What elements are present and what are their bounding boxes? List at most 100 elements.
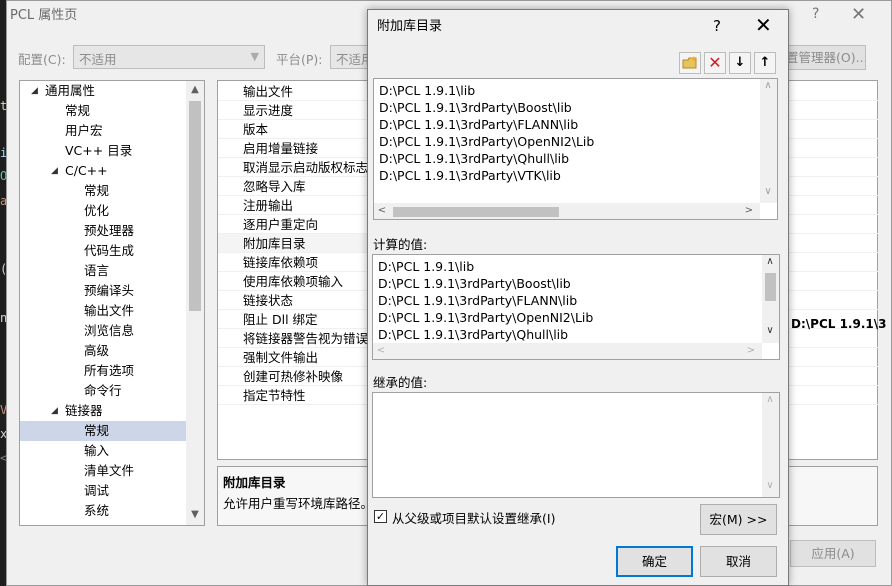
tree-item[interactable]: 所有选项 [20, 361, 186, 381]
tree-item[interactable]: ◢ 通用属性 [20, 81, 186, 101]
property-value-cell[interactable] [787, 367, 878, 386]
tree-item[interactable]: 用户宏 [20, 121, 186, 141]
inherit-checkbox[interactable]: ✓ [374, 510, 387, 523]
property-value-cell[interactable] [787, 196, 878, 215]
property-row[interactable]: 链接库依赖项 [218, 253, 368, 272]
tree-item[interactable]: VC++ 目录 [20, 141, 186, 161]
inherited-list-vscrollbar[interactable]: ∧ ∨ [762, 393, 779, 497]
property-value-cell[interactable] [787, 101, 878, 120]
scroll-down-icon[interactable]: ∨ [760, 186, 776, 197]
list-item[interactable]: D:\PCL 1.9.1\3rdParty\OpenNI2\Lib [379, 133, 594, 150]
list-item[interactable]: D:\PCL 1.9.1\lib [379, 82, 475, 99]
property-value-cell[interactable] [787, 139, 878, 158]
tree-item[interactable]: 系统 [20, 501, 186, 521]
property-value-cell[interactable] [787, 177, 878, 196]
property-value-cell[interactable] [787, 158, 878, 177]
scroll-up-icon[interactable]: ∧ [762, 394, 778, 405]
tree-item[interactable]: 输出文件 [20, 301, 186, 321]
property-row[interactable]: 强制文件输出 [218, 348, 368, 367]
expand-triangle-icon[interactable]: ◢ [31, 81, 38, 101]
close-icon[interactable]: ✕ [755, 13, 772, 37]
tree-item[interactable]: 常规 [20, 101, 186, 121]
scroll-thumb[interactable] [765, 273, 776, 301]
list-item[interactable]: D:\PCL 1.9.1\3rdParty\VTK\lib [379, 167, 561, 184]
property-value-cell[interactable] [787, 215, 878, 234]
property-row[interactable]: 创建可热修补映像 [218, 367, 368, 386]
scroll-left-icon[interactable]: < [373, 345, 389, 356]
scroll-down-icon[interactable]: ▼ [187, 509, 203, 520]
property-value-cell[interactable] [787, 329, 878, 348]
property-row[interactable]: 链接状态 [218, 291, 368, 310]
scroll-thumb[interactable] [189, 101, 201, 311]
help-icon[interactable]: ? [812, 6, 819, 22]
list-item[interactable]: D:\PCL 1.9.1\3rdParty\FLANN\lib [378, 292, 577, 309]
list-item[interactable]: D:\PCL 1.9.1\3rdParty\Boost\lib [378, 275, 571, 292]
new-line-button[interactable] [679, 52, 701, 74]
scroll-down-icon[interactable]: ∨ [762, 480, 778, 491]
property-row[interactable]: 启用增量链接 [218, 139, 368, 158]
tree-item[interactable]: 输入 [20, 441, 186, 461]
close-icon[interactable]: ✕ [851, 4, 866, 25]
help-icon[interactable]: ? [713, 17, 721, 35]
property-value-cell[interactable] [787, 234, 878, 253]
scroll-thumb[interactable] [393, 207, 559, 217]
property-value-cell[interactable] [787, 386, 878, 405]
list-item[interactable]: D:\PCL 1.9.1\3rdParty\Qhull\lib [378, 326, 568, 343]
list-item[interactable]: D:\PCL 1.9.1\3rdParty\FLANN\lib [379, 116, 578, 133]
ok-button[interactable]: 确定 [616, 546, 693, 577]
property-value-cell[interactable] [787, 82, 878, 101]
tree-item[interactable]: 优化 [20, 201, 186, 221]
expand-triangle-icon[interactable]: ◢ [51, 161, 58, 181]
tree-item[interactable]: 语言 [20, 261, 186, 281]
edit-list-vscrollbar[interactable]: ∧ ∨ [760, 79, 777, 203]
scroll-right-icon[interactable]: > [741, 205, 757, 216]
move-up-button[interactable]: ↑ [754, 52, 776, 74]
inherit-checkbox-label[interactable]: 从父级或项目默认设置继承(I) [392, 508, 555, 527]
property-row[interactable]: 阻止 Dll 绑定 [218, 310, 368, 329]
property-row[interactable]: 显示进度 [218, 101, 368, 120]
platform-select[interactable]: 不适用 [330, 45, 370, 69]
tree-item[interactable]: 常规 [20, 421, 186, 441]
property-value-cell[interactable] [787, 348, 878, 367]
cancel-button[interactable]: 取消 [700, 546, 777, 577]
expand-triangle-icon[interactable]: ◢ [51, 401, 58, 421]
apply-button[interactable]: 应用(A) [790, 540, 876, 567]
list-item[interactable]: D:\PCL 1.9.1\3rdParty\Qhull\lib [379, 150, 569, 167]
property-row[interactable]: 附加库目录 [218, 234, 368, 253]
scroll-up-icon[interactable]: ∧ [760, 80, 776, 91]
configuration-select[interactable]: 不适用 ▼ [73, 45, 265, 69]
list-item[interactable]: D:\PCL 1.9.1\lib [378, 258, 474, 275]
property-row[interactable]: 逐用户重定向 [218, 215, 368, 234]
edit-list-hscrollbar[interactable]: < > [374, 203, 760, 219]
tree-scrollbar[interactable]: ▲ ▼ [186, 81, 204, 525]
computed-list-hscrollbar[interactable]: < > [373, 343, 762, 359]
list-item[interactable]: D:\PCL 1.9.1\3rdParty\Boost\lib [379, 99, 572, 116]
tree-item[interactable]: 预处理器 [20, 221, 186, 241]
directory-edit-list[interactable]: D:\PCL 1.9.1\3rdParty\VTK\lib D:\PCL 1.9.… [373, 78, 778, 220]
tree-item[interactable]: 高级 [20, 341, 186, 361]
delete-button[interactable]: ✕ [704, 52, 726, 74]
macros-button[interactable]: 宏(M) >> [700, 504, 777, 535]
scroll-right-icon[interactable]: > [743, 345, 759, 356]
configuration-manager-button[interactable]: 置管理器(O)... [780, 45, 866, 70]
property-row[interactable]: 将链接器警告视为错误 [218, 329, 368, 348]
scroll-up-icon[interactable]: ▲ [187, 84, 203, 95]
property-value-cell[interactable] [787, 272, 878, 291]
property-row[interactable]: 忽略导入库 [218, 177, 368, 196]
property-row[interactable]: 输出文件 [218, 82, 368, 101]
property-value-cell[interactable] [787, 120, 878, 139]
property-value-cell[interactable] [787, 291, 878, 310]
list-item[interactable]: D:\PCL 1.9.1\3rdParty\OpenNI2\Lib [378, 309, 593, 326]
property-value-cell[interactable] [787, 253, 878, 272]
tree-item[interactable]: 浏览信息 [20, 321, 186, 341]
property-row[interactable]: 指定节特性 [218, 386, 368, 405]
scroll-left-icon[interactable]: < [374, 205, 390, 216]
property-row[interactable]: 版本 [218, 120, 368, 139]
tree-item[interactable]: 调试 [20, 481, 186, 501]
tree-item[interactable]: 代码生成 [20, 241, 186, 261]
tree-item[interactable]: 命令行 [20, 381, 186, 401]
scroll-down-icon[interactable]: ∨ [762, 325, 778, 336]
property-row[interactable]: 注册输出 [218, 196, 368, 215]
tree-item[interactable]: ◢ 链接器 [20, 401, 186, 421]
computed-list-vscrollbar[interactable]: ∧ ∨ [762, 255, 779, 343]
